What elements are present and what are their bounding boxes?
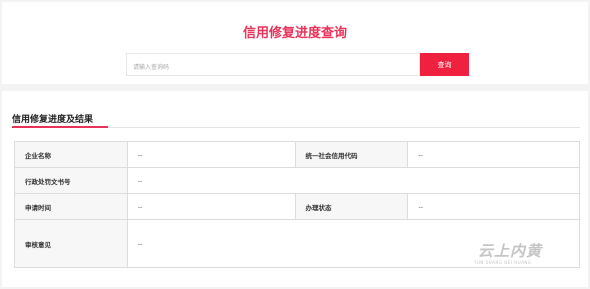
search-panel: 信用修复进度查询 查询 bbox=[2, 2, 588, 84]
search-button[interactable]: 查询 bbox=[420, 53, 469, 76]
review-opinion-label: 审核意见 bbox=[14, 219, 128, 268]
section-title-accent bbox=[12, 126, 108, 128]
company-name-label: 企业名称 bbox=[14, 141, 128, 168]
apply-time-label: 申请时间 bbox=[14, 193, 128, 220]
credit-code-value: -- bbox=[407, 141, 580, 168]
status-label: 办理状态 bbox=[294, 193, 409, 220]
watermark-text: 云上内黄 bbox=[478, 242, 543, 260]
page-title: 信用修复进度查询 bbox=[242, 26, 347, 41]
search-box[interactable] bbox=[126, 53, 420, 78]
company-name-value: -- bbox=[126, 141, 296, 168]
penalty-doc-value: -- bbox=[126, 167, 581, 194]
watermark-subtext: YUN SHANG NEI HUANG bbox=[474, 260, 532, 265]
watermark-logo: 云上内黄 YUN SHANG NEI HUANG bbox=[472, 240, 562, 270]
section-title: 信用修复进度及结果 bbox=[12, 115, 94, 125]
apply-time-value: -- bbox=[126, 193, 296, 220]
penalty-doc-label: 行政处罚文书号 bbox=[14, 167, 128, 194]
status-value: -- bbox=[407, 193, 580, 220]
table-row: 行政处罚文书号 -- bbox=[14, 167, 581, 194]
table-row: 企业名称 -- 统一社会信用代码 -- bbox=[14, 141, 580, 168]
table-row: 申请时间 -- 办理状态 -- bbox=[14, 193, 580, 220]
search-input[interactable] bbox=[127, 57, 419, 78]
credit-code-label: 统一社会信用代码 bbox=[294, 141, 409, 168]
